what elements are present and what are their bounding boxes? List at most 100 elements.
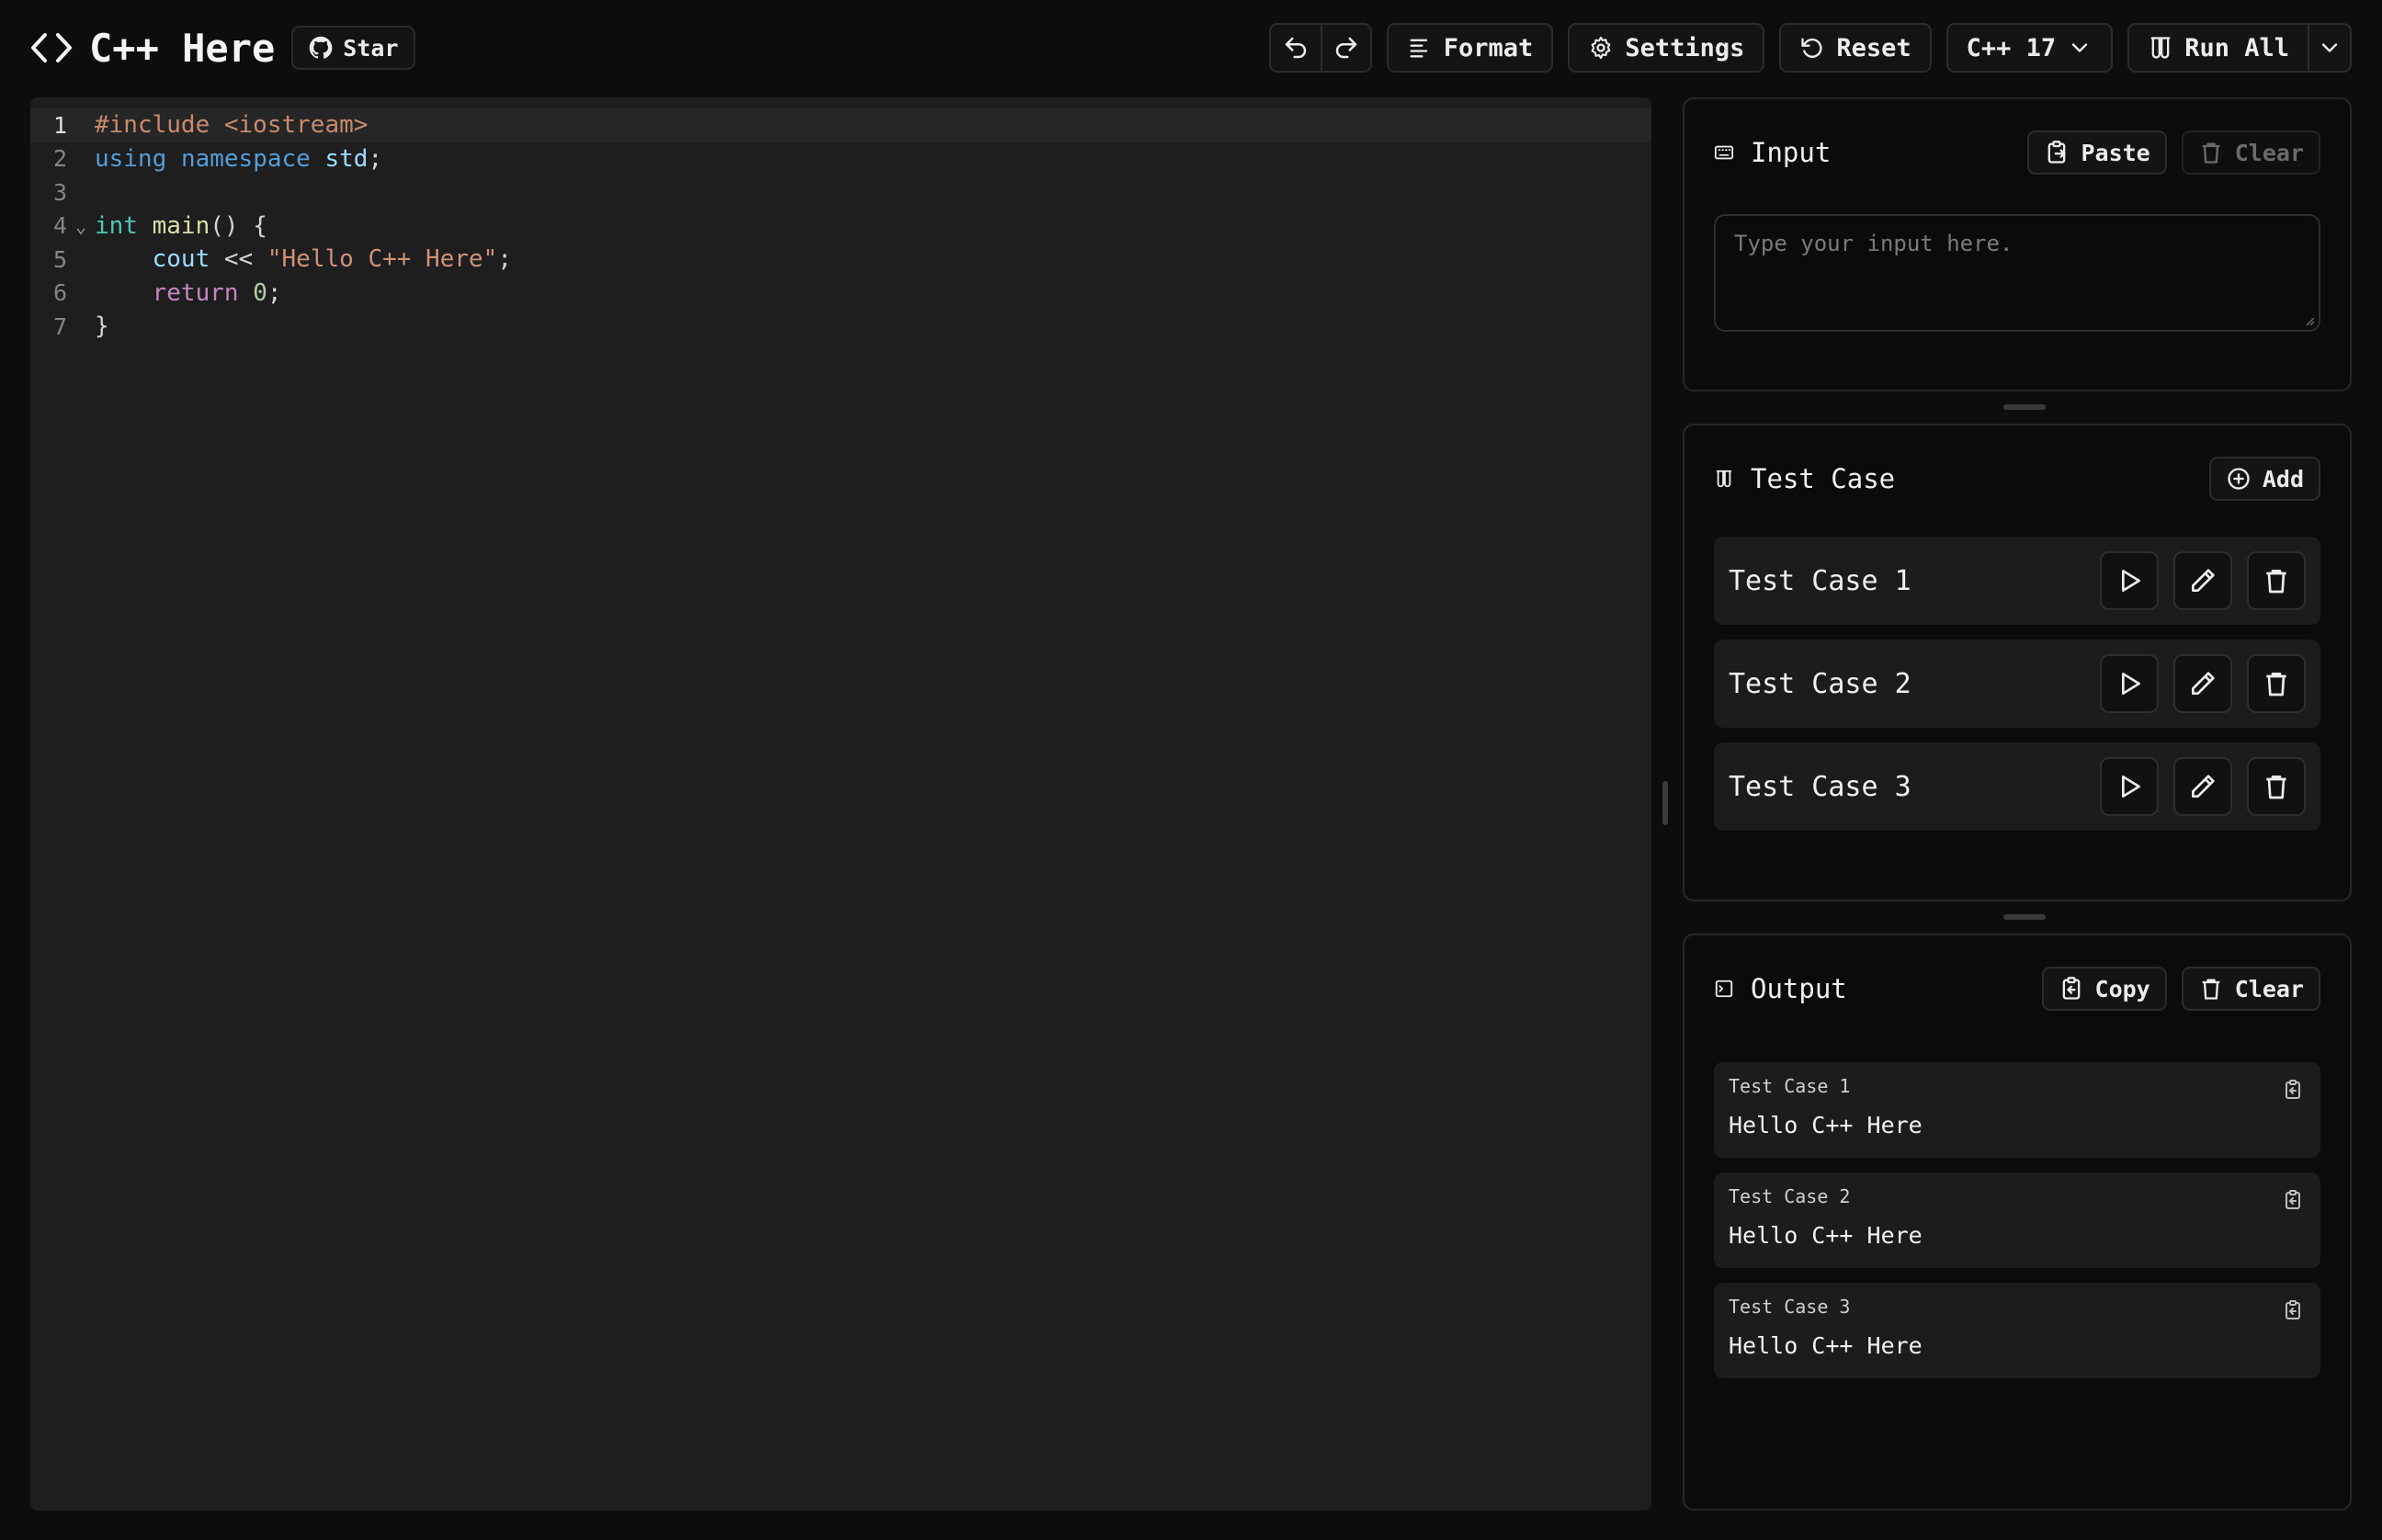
code-editor[interactable]: 1 #include <iostream> 2 using namespace … xyxy=(30,97,1651,1511)
stdin-textarea[interactable]: Type your input here. xyxy=(1714,214,2320,332)
testcase-panel: Test Case Add Test Case 1 Test Case 2 Te… xyxy=(1683,424,2352,901)
clear-output-button[interactable]: Clear xyxy=(2181,967,2320,1011)
code-token: ; xyxy=(497,245,512,274)
format-button[interactable]: Format xyxy=(1386,23,1554,73)
input-title-text: Input xyxy=(1751,137,1832,168)
trash-icon xyxy=(2202,979,2220,1000)
code-line: 2 using namespace std; xyxy=(30,142,1651,176)
line-number: 6 xyxy=(52,279,67,307)
play-icon xyxy=(2122,570,2140,592)
output-result-card: Test Case 1 Hello C++ Here xyxy=(1714,1062,2320,1158)
horizontal-resize-handle[interactable] xyxy=(2003,404,2046,410)
redo-button[interactable] xyxy=(1320,25,1370,71)
code-token: namespace xyxy=(180,144,311,173)
code-token: int xyxy=(95,211,138,240)
github-star-button[interactable]: Star xyxy=(291,26,415,70)
line-number: 7 xyxy=(52,312,67,340)
testcase-label: Test Case 3 xyxy=(1729,770,1911,803)
brand: C++ Here xyxy=(30,26,275,71)
run-all-label: Run All xyxy=(2184,33,2289,62)
testcase-panel-title: Test Case xyxy=(1714,463,1895,494)
history-group xyxy=(1268,23,1372,73)
run-testcase-button[interactable] xyxy=(2100,551,2159,610)
horizontal-resize-handle[interactable] xyxy=(2003,914,2046,920)
fold-chevron-icon[interactable]: ⌄ xyxy=(67,215,95,237)
copy-label: Copy xyxy=(2094,975,2150,1002)
copy-output-button[interactable]: Copy xyxy=(2041,967,2167,1011)
edit-testcase-button[interactable] xyxy=(2173,551,2232,610)
add-label: Add xyxy=(2262,465,2304,493)
run-testcase-button[interactable] xyxy=(2100,757,2159,816)
app-root: C++ Here Star Format Settings Reset C++ … xyxy=(0,0,2382,1540)
clipboard-copy-icon[interactable] xyxy=(2282,1299,2304,1321)
output-result-label: Test Case 3 xyxy=(1729,1296,1851,1318)
gear-icon xyxy=(1591,36,1611,60)
testcase-item[interactable]: Test Case 2 xyxy=(1714,640,2320,728)
edit-testcase-button[interactable] xyxy=(2173,654,2232,713)
code-token: ; xyxy=(267,278,282,307)
line-number: 5 xyxy=(52,245,67,273)
code-token: std xyxy=(324,144,369,173)
testcase-item[interactable]: Test Case 3 xyxy=(1714,742,2320,831)
output-result-card: Test Case 2 Hello C++ Here xyxy=(1714,1172,2320,1268)
clipboard-copy-icon[interactable] xyxy=(2282,1079,2304,1101)
code-token: 0 xyxy=(253,278,267,307)
code-token: () { xyxy=(210,211,267,240)
testcase-item[interactable]: Test Case 1 xyxy=(1714,537,2320,625)
redo-icon xyxy=(1335,37,1357,59)
code-token: return xyxy=(152,278,239,307)
testcase-actions xyxy=(2100,654,2306,713)
output-result-value: Hello C++ Here xyxy=(1729,1112,1923,1138)
settings-button[interactable]: Settings xyxy=(1568,23,1765,73)
pencil-icon xyxy=(2192,775,2215,798)
vertical-resize-handle[interactable] xyxy=(1662,781,1668,825)
trash-icon xyxy=(2266,673,2286,696)
code-token: ; xyxy=(368,144,383,173)
run-testcase-button[interactable] xyxy=(2100,654,2159,713)
run-all-button[interactable]: Run All xyxy=(2129,25,2308,71)
code-line: 3 xyxy=(30,176,1651,209)
delete-testcase-button[interactable] xyxy=(2247,551,2306,610)
github-icon xyxy=(310,36,333,59)
input-panel: Input Paste Clear Type your input here. xyxy=(1683,97,2352,391)
testcase-title-text: Test Case xyxy=(1751,463,1896,494)
undo-button[interactable] xyxy=(1271,25,1321,71)
paste-button[interactable]: Paste xyxy=(2027,130,2167,175)
star-label: Star xyxy=(343,34,399,62)
code-line: 5 cout << "Hello C++ Here"; xyxy=(30,243,1651,277)
keyboard-icon xyxy=(1714,145,1734,160)
output-result-card: Test Case 3 Hello C++ Here xyxy=(1714,1283,2320,1378)
line-number: 4 xyxy=(52,212,67,240)
clear-output-label: Clear xyxy=(2234,975,2304,1002)
terminal-icon xyxy=(1715,979,1733,998)
code-token: #include <iostream> xyxy=(95,111,369,140)
rotate-ccw-icon xyxy=(1801,38,1822,58)
format-label: Format xyxy=(1443,33,1534,62)
output-title-text: Output xyxy=(1751,973,1847,1004)
run-all-group: Run All xyxy=(2127,23,2352,73)
delete-testcase-button[interactable] xyxy=(2247,757,2306,816)
resize-grip-icon[interactable] xyxy=(2302,313,2315,326)
output-result-label: Test Case 1 xyxy=(1729,1075,1851,1097)
input-panel-title: Input xyxy=(1714,137,1831,168)
language-select[interactable]: C++ 17 xyxy=(1945,23,2114,73)
input-panel-actions: Paste Clear xyxy=(2027,130,2320,175)
play-icon xyxy=(2122,673,2140,695)
output-panel: Output Copy Clear Test Case 1 Hello C++ … xyxy=(1683,934,2352,1511)
edit-testcase-button[interactable] xyxy=(2173,757,2232,816)
plus-circle-icon xyxy=(2228,468,2250,490)
chevron-down-icon xyxy=(2072,43,2088,52)
clipboard-paste-icon xyxy=(2048,141,2067,164)
add-testcase-button[interactable]: Add xyxy=(2208,457,2320,501)
output-result-value: Hello C++ Here xyxy=(1729,1222,1923,1249)
chevron-down-icon xyxy=(2321,43,2338,52)
toolbar: Format Settings Reset C++ 17 Run All xyxy=(1268,23,2352,73)
delete-testcase-button[interactable] xyxy=(2247,654,2306,713)
testcase-panel-header: Test Case Add xyxy=(1714,453,2320,504)
trash-icon xyxy=(2266,776,2286,799)
run-options-dropdown[interactable] xyxy=(2308,25,2350,71)
code-brackets-icon xyxy=(31,33,72,62)
clear-input-button[interactable]: Clear xyxy=(2181,130,2320,175)
reset-button[interactable]: Reset xyxy=(1779,23,1932,73)
clipboard-copy-icon[interactable] xyxy=(2282,1189,2304,1211)
